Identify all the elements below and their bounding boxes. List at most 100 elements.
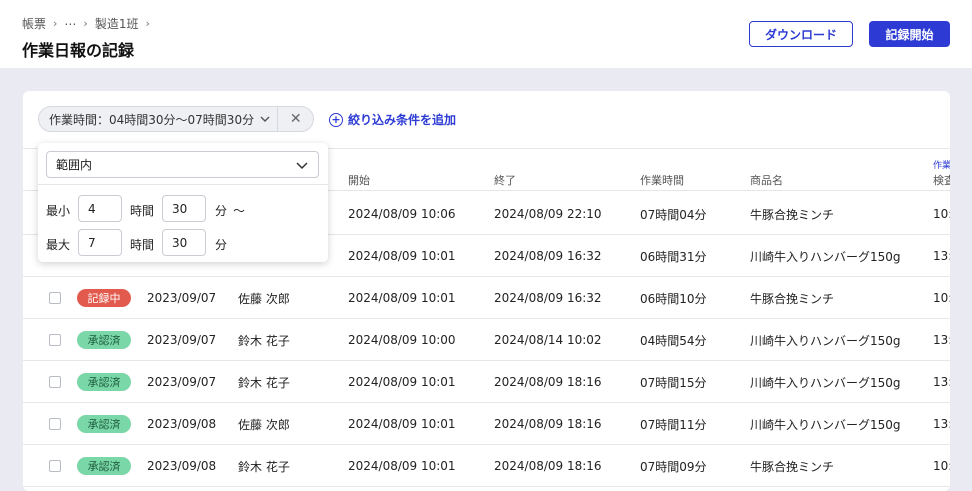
max-label: 最大: [46, 238, 71, 252]
min-hours-unit: 時間: [130, 204, 155, 218]
breadcrumb-separator-icon: ›: [53, 17, 58, 30]
page-header: 帳票 › ⋯ › 製造1班 › 作業日報の記録 ダウンロード 記録開始: [0, 0, 972, 68]
cell-person: 鈴木 花子: [238, 375, 290, 390]
breadcrumb-separator-icon: ›: [83, 17, 88, 30]
cell-person: 鈴木 花子: [238, 333, 290, 348]
max-hours-input[interactable]: 7: [78, 229, 122, 256]
cell-check: 13:: [933, 417, 950, 431]
cell-product: 川崎牛入りハンバーグ150g: [750, 417, 901, 432]
row-checkbox[interactable]: [49, 460, 61, 472]
cell-end: 2024/08/09 16:32: [494, 291, 602, 305]
cell-work-time: 04時間54分: [640, 333, 707, 348]
cell-start: 2024/08/09 10:06: [348, 207, 456, 221]
cell-product: 牛豚合挽ミンチ: [750, 291, 835, 306]
column-header-check[interactable]: 検査: [933, 172, 950, 188]
min-label: 最小: [46, 204, 71, 218]
cell-work-time: 07時間11分: [640, 417, 707, 432]
status-badge: 記録中: [77, 289, 131, 307]
min-minutes-unit: 分: [215, 204, 228, 218]
add-filter-button[interactable]: + 絞り込み条件を追加: [329, 111, 456, 128]
breadcrumb-separator-icon: ›: [145, 17, 150, 30]
chevron-down-icon: [260, 116, 270, 122]
table-row[interactable]: 承認済 2023/09/08 佐藤 次郎 2024/08/09 10:01 2024/0…: [23, 403, 950, 445]
cell-check: 13:: [933, 249, 950, 263]
table-row[interactable]: 承認済 2023/09/08 鈴木 花子 2024/08/09 10:01 2024/0…: [23, 445, 950, 487]
cell-work-time: 07時間09分: [640, 459, 707, 474]
cell-work-time: 07時間04分: [640, 207, 707, 222]
max-hours-unit: 時間: [130, 238, 155, 252]
cell-start: 2024/08/09 10:01: [348, 417, 456, 431]
column-header-work-time[interactable]: 作業時間: [640, 172, 684, 188]
cell-check: 13:: [933, 333, 950, 347]
cell-date: 2023/09/07: [147, 291, 217, 305]
cell-check: 10:: [933, 207, 950, 221]
cell-end: 2024/08/14 10:02: [494, 333, 602, 347]
cell-start: 2024/08/09 10:00: [348, 333, 456, 347]
cell-check: 10:: [933, 459, 950, 473]
row-divider: [23, 486, 950, 487]
cell-product: 川崎牛入りハンバーグ150g: [750, 333, 901, 348]
cell-date: 2023/09/07: [147, 333, 217, 347]
breadcrumb-item-ellipsis[interactable]: ⋯: [64, 17, 76, 31]
table-row[interactable]: 承認済 2023/09/07 鈴木 花子 2024/08/09 10:01 2024/0…: [23, 361, 950, 403]
cell-person: 佐藤 次郎: [238, 417, 290, 432]
cell-end: 2024/08/09 18:16: [494, 459, 602, 473]
cell-work-time: 06時間31分: [640, 249, 707, 264]
max-minutes-unit: 分: [215, 238, 228, 252]
range-type-value: 範囲内: [56, 158, 93, 172]
cell-person: 鈴木 花子: [238, 459, 290, 474]
cell-check: 13:: [933, 375, 950, 389]
table-row[interactable]: 承認済 2023/09/07 鈴木 花子 2024/08/09 10:00 2024/0…: [23, 319, 950, 361]
cell-end: 2024/08/09 18:16: [494, 375, 602, 389]
plus-circle-icon: +: [329, 112, 343, 127]
cell-product: 牛豚合挽ミンチ: [750, 207, 835, 222]
status-badge: 承認済: [77, 331, 131, 349]
cell-start: 2024/08/09 10:01: [348, 249, 456, 263]
status-badge: 承認済: [77, 457, 131, 475]
cell-product: 川崎牛入りハンバーグ150g: [750, 249, 901, 264]
cell-end: 2024/08/09 22:10: [494, 207, 602, 221]
cell-person: 佐藤 次郎: [238, 291, 290, 306]
min-hours-input[interactable]: 4: [78, 195, 122, 222]
row-checkbox[interactable]: [49, 292, 61, 304]
cell-start: 2024/08/09 10:01: [348, 375, 456, 389]
range-filter-popup: 範囲内 最小 4 時間 30 分 〜 最大 7 時間 30 分: [38, 143, 328, 262]
range-tilde: 〜: [233, 204, 246, 218]
column-header-end[interactable]: 終了: [494, 172, 516, 188]
max-minutes-input[interactable]: 30: [162, 229, 206, 256]
row-checkbox[interactable]: [49, 418, 61, 430]
cell-work-time: 07時間15分: [640, 375, 707, 390]
filter-chip-label: 作業時間：04時間30分〜07時間30分: [49, 112, 255, 127]
close-icon[interactable]: ✕: [278, 111, 313, 127]
popup-divider: [38, 184, 328, 185]
breadcrumb-item-team[interactable]: 製造1班: [95, 15, 139, 32]
add-filter-label: 絞り込み条件を追加: [348, 113, 457, 127]
range-type-select[interactable]: 範囲内: [46, 151, 319, 178]
filter-chip-work-time[interactable]: 作業時間：04時間30分〜07時間30分 ✕: [38, 106, 314, 132]
column-header-partial: 作業: [933, 161, 950, 171]
row-checkbox[interactable]: [49, 334, 61, 346]
column-header-product[interactable]: 商品名: [750, 172, 783, 188]
page-title: 作業日報の記録: [22, 41, 135, 60]
status-badge: 承認済: [77, 415, 131, 433]
cell-date: 2023/09/07: [147, 375, 217, 389]
cell-end: 2024/08/09 16:32: [494, 249, 602, 263]
cell-date: 2023/09/08: [147, 459, 217, 473]
row-checkbox[interactable]: [49, 376, 61, 388]
cell-product: 川崎牛入りハンバーグ150g: [750, 375, 901, 390]
cell-product: 牛豚合挽ミンチ: [750, 459, 835, 474]
column-header-start[interactable]: 開始: [348, 172, 370, 188]
cell-end: 2024/08/09 18:16: [494, 417, 602, 431]
status-badge: 承認済: [77, 373, 131, 391]
download-button[interactable]: ダウンロード: [749, 21, 853, 47]
cell-start: 2024/08/09 10:01: [348, 291, 456, 305]
breadcrumb-item-forms[interactable]: 帳票: [22, 15, 46, 32]
chevron-down-icon: [296, 162, 308, 170]
start-recording-button[interactable]: 記録開始: [869, 21, 950, 47]
cell-work-time: 06時間10分: [640, 291, 707, 306]
cell-start: 2024/08/09 10:01: [348, 459, 456, 473]
breadcrumb: 帳票 › ⋯ › 製造1班 ›: [22, 15, 150, 32]
cell-check: 10:: [933, 291, 950, 305]
min-minutes-input[interactable]: 30: [162, 195, 206, 222]
table-row[interactable]: 記録中 2023/09/07 佐藤 次郎 2024/08/09 10:01 2024/0…: [23, 277, 950, 319]
